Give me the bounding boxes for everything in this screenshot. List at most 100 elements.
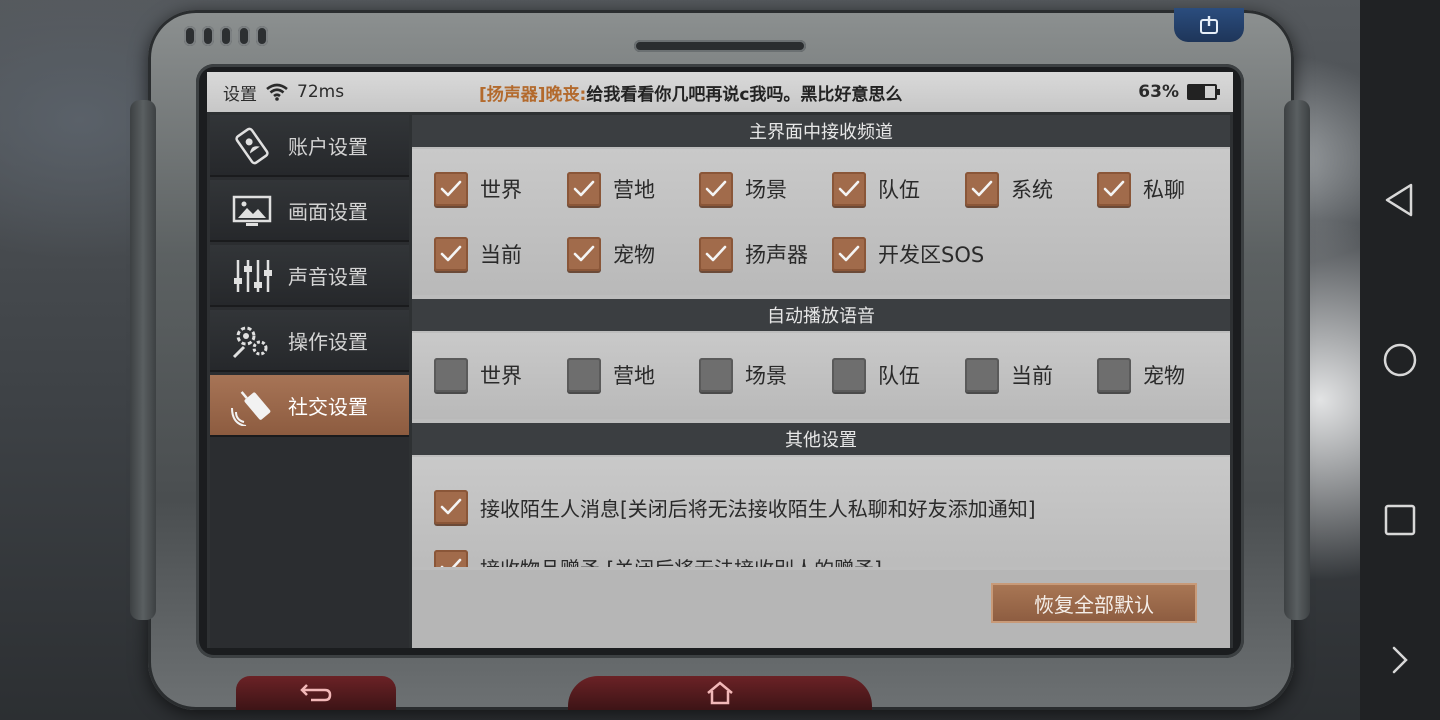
checkbox-label: 队伍 (878, 364, 920, 388)
checkbox-voice-pet[interactable]: 宠物 (1097, 355, 1185, 395)
checkbox-stranger-messages[interactable]: 接收陌生人消息[关闭后将无法接收陌生人私聊和好友添加通知] (434, 487, 1036, 527)
checkbox-voice-camp[interactable]: 营地 (567, 355, 655, 395)
nav-home-button[interactable] (1360, 330, 1440, 390)
home-house-icon (707, 681, 733, 705)
checkbox-receive-speaker[interactable]: 扬声器 (699, 234, 808, 274)
checkmark-icon (440, 180, 462, 197)
checkbox[interactable] (699, 358, 733, 392)
checkbox-item-gifts[interactable]: 接收物品赠予 [关闭后将无法接收别人的赠予] (434, 547, 882, 567)
checkbox[interactable] (434, 237, 468, 271)
checkbox[interactable] (965, 358, 999, 392)
battery-percent: 63% (1138, 82, 1179, 102)
sidebar-item-social[interactable]: 社交设置 (210, 375, 409, 437)
sidebar-item-label: 账户设置 (288, 134, 368, 159)
checkbox-voice-current[interactable]: 当前 (965, 355, 1053, 395)
wifi-icon (266, 83, 288, 101)
checkbox-receive-private[interactable]: 私聊 (1097, 169, 1185, 209)
sidebar-item-label: 声音设置 (288, 264, 368, 289)
sidebar-item-sound[interactable]: 声音设置 (210, 245, 409, 307)
status-bar: 设置 72ms [扬声器]晚丧:给我看看你几吧再说c我吗。黑比好意思么 63% (207, 72, 1233, 112)
checkbox-label: 接收物品赠予 [关闭后将无法接收别人的赠予] (480, 553, 882, 568)
checkbox-label: 场景 (745, 364, 787, 388)
checkbox[interactable] (434, 358, 468, 392)
checkbox[interactable] (832, 358, 866, 392)
ticker-message: 给我看看你几吧再说c我吗。黑比好意思么 (586, 84, 903, 105)
sidebar-item-controls[interactable]: 操作设置 (210, 310, 409, 372)
checkbox-label: 世界 (480, 364, 522, 388)
walkie-talkie-icon (231, 391, 271, 426)
vent-slot (220, 26, 232, 46)
checkbox[interactable] (567, 172, 601, 206)
checkbox[interactable] (699, 237, 733, 271)
checkbox[interactable] (1097, 172, 1131, 206)
recents-square-icon (1384, 504, 1416, 536)
settings-footer: 恢复全部默认 (412, 570, 1230, 648)
checkbox-receive-scene[interactable]: 场景 (699, 169, 787, 209)
checkbox[interactable] (567, 237, 601, 271)
checkbox-voice-scene[interactable]: 场景 (699, 355, 787, 395)
section-header: 其他设置 (412, 423, 1230, 455)
vent-slot (256, 26, 268, 46)
checkbox-voice-team[interactable]: 队伍 (832, 355, 920, 395)
checkbox-label: 场景 (745, 178, 787, 202)
checkbox[interactable] (1097, 358, 1131, 392)
checkbox-label: 宠物 (1143, 364, 1185, 388)
checkbox-label: 营地 (613, 178, 655, 202)
settings-sidebar: 账户设置 画面设置 声音设置 操作设置 社交设置 (210, 115, 409, 648)
account-phone-icon (235, 127, 269, 165)
restore-defaults-button[interactable]: 恢复全部默认 (991, 583, 1197, 623)
sidebar-item-label: 社交设置 (288, 394, 368, 419)
battery-icon (1187, 84, 1220, 100)
nav-recents-button[interactable] (1360, 490, 1440, 550)
settings-scroll-area[interactable]: 主界面中接收频道 世界 营地 场景 队伍 系统 私聊 当前 宠物 扬声器 开发区… (412, 115, 1230, 567)
checkmark-icon (1103, 180, 1125, 197)
checkbox-receive-system[interactable]: 系统 (965, 169, 1053, 209)
checkbox[interactable] (832, 237, 866, 271)
chevron-right-icon (1392, 646, 1408, 674)
checkbox[interactable] (434, 490, 468, 524)
vent-slot (238, 26, 250, 46)
checkbox[interactable] (699, 172, 733, 206)
vent-slot (202, 26, 214, 46)
checkbox[interactable] (434, 550, 468, 567)
checkbox-receive-current[interactable]: 当前 (434, 234, 522, 274)
settings-title: 设置 (223, 84, 257, 105)
nav-expand-button[interactable] (1360, 630, 1440, 690)
auto-voice-section: 世界 营地 场景 队伍 当前 宠物 (412, 333, 1230, 419)
checkbox-label: 系统 (1011, 178, 1053, 202)
back-button[interactable] (236, 676, 396, 710)
checkbox[interactable] (434, 172, 468, 206)
checkbox-receive-dev-sos[interactable]: 开发区SOS (832, 234, 984, 274)
social-settings-panel: 主界面中接收频道 世界 营地 场景 队伍 系统 私聊 当前 宠物 扬声器 开发区… (412, 115, 1230, 648)
checkbox[interactable] (567, 358, 601, 392)
exit-button[interactable] (1174, 8, 1244, 42)
other-settings-section: 接收陌生人消息[关闭后将无法接收陌生人私聊和好友添加通知] 接收物品赠予 [关闭… (412, 457, 1230, 567)
checkmark-icon (573, 245, 595, 262)
sidebar-item-display[interactable]: 画面设置 (210, 180, 409, 242)
home-button[interactable] (568, 676, 872, 710)
frame-top-notch (634, 40, 806, 52)
checkbox-label: 当前 (480, 243, 522, 267)
checkmark-icon (838, 245, 860, 262)
checkbox-receive-pet[interactable]: 宠物 (567, 234, 655, 274)
display-icon (232, 195, 272, 226)
ticker-channel: [扬声器] (479, 84, 546, 105)
checkbox-receive-team[interactable]: 队伍 (832, 169, 920, 209)
receive-channels-section: 世界 营地 场景 队伍 系统 私聊 当前 宠物 扬声器 开发区SOS (412, 149, 1230, 295)
checkbox-label: 接收陌生人消息[关闭后将无法接收陌生人私聊和好友添加通知] (480, 496, 1036, 521)
android-nav-bar (1360, 0, 1440, 720)
checkbox-label: 宠物 (613, 243, 655, 267)
checkbox-label: 营地 (613, 364, 655, 388)
sidebar-item-account[interactable]: 账户设置 (210, 115, 409, 177)
checkmark-icon (838, 180, 860, 197)
sound-sliders-icon (234, 260, 272, 292)
return-arrow-icon (300, 684, 332, 702)
nav-back-button[interactable] (1360, 170, 1440, 230)
checkbox-receive-world[interactable]: 世界 (434, 169, 522, 209)
checkbox[interactable] (832, 172, 866, 206)
checkbox-receive-camp[interactable]: 营地 (567, 169, 655, 209)
vent-slot (184, 26, 196, 46)
checkbox[interactable] (965, 172, 999, 206)
checkbox-voice-world[interactable]: 世界 (434, 355, 522, 395)
sidebar-item-label: 操作设置 (288, 329, 368, 354)
